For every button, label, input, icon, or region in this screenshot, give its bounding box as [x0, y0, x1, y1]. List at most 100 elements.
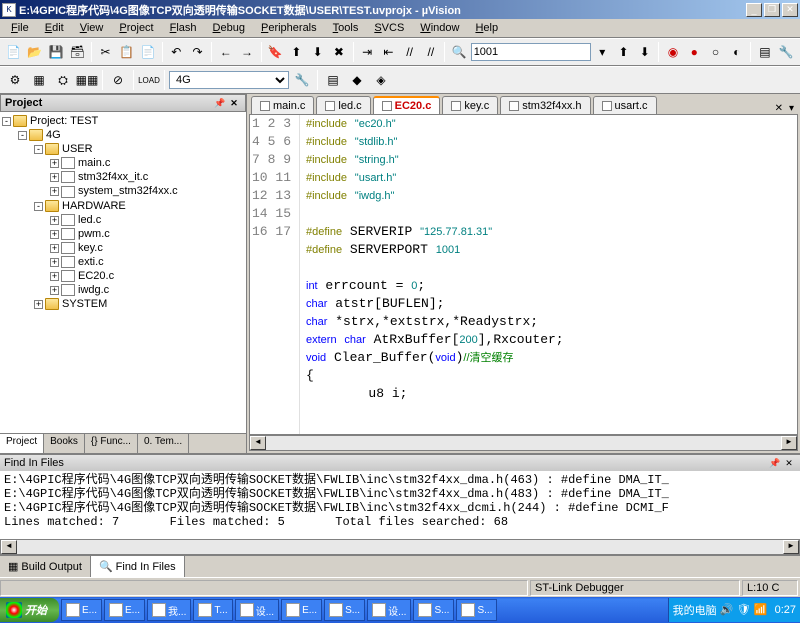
tree-node[interactable]: +pwm.c: [2, 227, 244, 241]
tab-menu-icon[interactable]: ▾: [787, 103, 796, 114]
tree-node[interactable]: -4G: [2, 128, 244, 142]
bp-toggle-button[interactable]: ○: [706, 41, 725, 63]
taskbar-item[interactable]: 我...: [147, 599, 191, 621]
menu-help[interactable]: Help: [468, 21, 505, 35]
panel-tab[interactable]: 0. Tem...: [138, 434, 189, 453]
debug-button[interactable]: ◉: [663, 41, 682, 63]
new-button[interactable]: 📄: [4, 41, 23, 63]
tree-expander[interactable]: +: [50, 173, 59, 182]
panel-close-icon[interactable]: ✕: [227, 96, 241, 110]
tree-expander[interactable]: +: [50, 272, 59, 281]
stop-build-button[interactable]: ⊘: [107, 69, 129, 91]
tree-expander[interactable]: +: [50, 244, 59, 253]
bookmark-button[interactable]: 🔖: [266, 41, 285, 63]
menu-edit[interactable]: Edit: [38, 21, 71, 35]
menu-view[interactable]: View: [73, 21, 111, 35]
tree-node[interactable]: +exti.c: [2, 255, 244, 269]
output-tab[interactable]: 🔍Find In Files: [91, 556, 185, 577]
tree-node[interactable]: -USER: [2, 142, 244, 156]
batch-build-button[interactable]: ▦▦: [76, 69, 98, 91]
find-input[interactable]: [471, 43, 591, 61]
tree-expander[interactable]: -: [18, 131, 27, 140]
system-tray[interactable]: 我的电脑 🔊 🛡 📶 0:27: [668, 598, 800, 622]
undo-button[interactable]: ↶: [167, 41, 186, 63]
tree-expander[interactable]: +: [50, 159, 59, 168]
find-next-button[interactable]: ⬇: [635, 41, 654, 63]
file-tab[interactable]: led.c: [316, 96, 370, 114]
cut-button[interactable]: ✂: [96, 41, 115, 63]
taskbar-item[interactable]: E...: [61, 599, 102, 621]
file-tab[interactable]: key.c: [442, 96, 498, 114]
nav-back-button[interactable]: ←: [216, 41, 235, 63]
tree-expander[interactable]: +: [50, 230, 59, 239]
manage-button[interactable]: ▤: [322, 69, 344, 91]
options-button[interactable]: 🔧: [291, 69, 313, 91]
pack-button[interactable]: ◈: [370, 69, 392, 91]
tree-node[interactable]: -Project: TEST: [2, 114, 244, 128]
tray-icon[interactable]: 📶: [754, 603, 768, 617]
save-all-button[interactable]: 🗃: [68, 41, 87, 63]
taskbar-item[interactable]: E...: [104, 599, 145, 621]
find-results[interactable]: E:\4GPIC程序代码\4G图像TCP双向透明传输SOCKET数据\FWLIB…: [0, 471, 800, 539]
tray-icon[interactable]: 🛡: [737, 603, 751, 617]
menu-tools[interactable]: Tools: [326, 21, 366, 35]
scroll-left-icon[interactable]: ◄: [250, 436, 266, 450]
find-prev-button[interactable]: ⬆: [614, 41, 633, 63]
panel-tab[interactable]: Books: [44, 434, 85, 453]
menu-project[interactable]: Project: [112, 21, 160, 35]
menu-file[interactable]: File: [4, 21, 36, 35]
bm-clear-button[interactable]: ✖: [329, 41, 348, 63]
taskbar-item[interactable]: S...: [413, 599, 454, 621]
tree-node[interactable]: +iwdg.c: [2, 283, 244, 297]
file-tab[interactable]: EC20.c: [373, 96, 441, 114]
books-button[interactable]: ◆: [346, 69, 368, 91]
menu-peripherals[interactable]: Peripherals: [254, 21, 324, 35]
uncomment-button[interactable]: //: [421, 41, 440, 63]
scroll-right-icon[interactable]: ►: [783, 540, 799, 554]
code-content[interactable]: #include "ec20.h" #include "stdlib.h" #i…: [300, 115, 797, 434]
tree-node[interactable]: +stm32f4xx_it.c: [2, 170, 244, 184]
tree-node[interactable]: -HARDWARE: [2, 199, 244, 213]
menu-window[interactable]: Window: [413, 21, 466, 35]
taskbar-item[interactable]: 设...: [235, 599, 279, 621]
tree-expander[interactable]: -: [34, 145, 43, 154]
indent-button[interactable]: ⇥: [358, 41, 377, 63]
config-button[interactable]: 🔧: [777, 41, 796, 63]
scroll-right-icon[interactable]: ►: [781, 436, 797, 450]
tree-node[interactable]: +SYSTEM: [2, 297, 244, 311]
nav-fwd-button[interactable]: →: [237, 41, 256, 63]
find-pin-icon[interactable]: 📌: [768, 456, 782, 470]
rebuild-button[interactable]: ⛭: [52, 69, 74, 91]
target-select[interactable]: 4G: [169, 71, 289, 89]
tree-node[interactable]: +led.c: [2, 213, 244, 227]
tree-node[interactable]: +key.c: [2, 241, 244, 255]
redo-button[interactable]: ↷: [188, 41, 207, 63]
breakpoint-button[interactable]: ●: [685, 41, 704, 63]
comment-button[interactable]: //: [400, 41, 419, 63]
file-tab[interactable]: stm32f4xx.h: [500, 96, 590, 114]
find-hscrollbar[interactable]: ◄ ►: [0, 539, 800, 555]
taskbar-item[interactable]: S...: [324, 599, 365, 621]
tree-expander[interactable]: -: [2, 117, 11, 126]
find-button[interactable]: 🔍: [449, 41, 468, 63]
build-button[interactable]: ▦: [28, 69, 50, 91]
panel-pin-icon[interactable]: 📌: [213, 96, 227, 110]
tree-expander[interactable]: +: [34, 300, 43, 309]
menu-flash[interactable]: Flash: [163, 21, 204, 35]
find-close-icon[interactable]: ✕: [782, 456, 796, 470]
tray-icon[interactable]: 🔊: [720, 603, 734, 617]
tree-expander[interactable]: +: [50, 286, 59, 295]
editor[interactable]: 1 2 3 4 5 6 7 8 9 10 11 12 13 14 15 16 1…: [249, 114, 798, 435]
tree-node[interactable]: +main.c: [2, 156, 244, 170]
outdent-button[interactable]: ⇤: [379, 41, 398, 63]
scroll-left-icon[interactable]: ◄: [1, 540, 17, 554]
menu-debug[interactable]: Debug: [206, 21, 252, 35]
download-button[interactable]: LOAD: [138, 69, 160, 91]
taskbar-item[interactable]: 设...: [367, 599, 411, 621]
tab-close-icon[interactable]: ✕: [773, 103, 785, 114]
open-button[interactable]: 📂: [25, 41, 44, 63]
bp-list-button[interactable]: ◐: [727, 41, 746, 63]
minimize-button[interactable]: _: [746, 3, 762, 17]
editor-hscrollbar[interactable]: ◄ ►: [249, 435, 798, 451]
window-button[interactable]: ▤: [755, 41, 774, 63]
